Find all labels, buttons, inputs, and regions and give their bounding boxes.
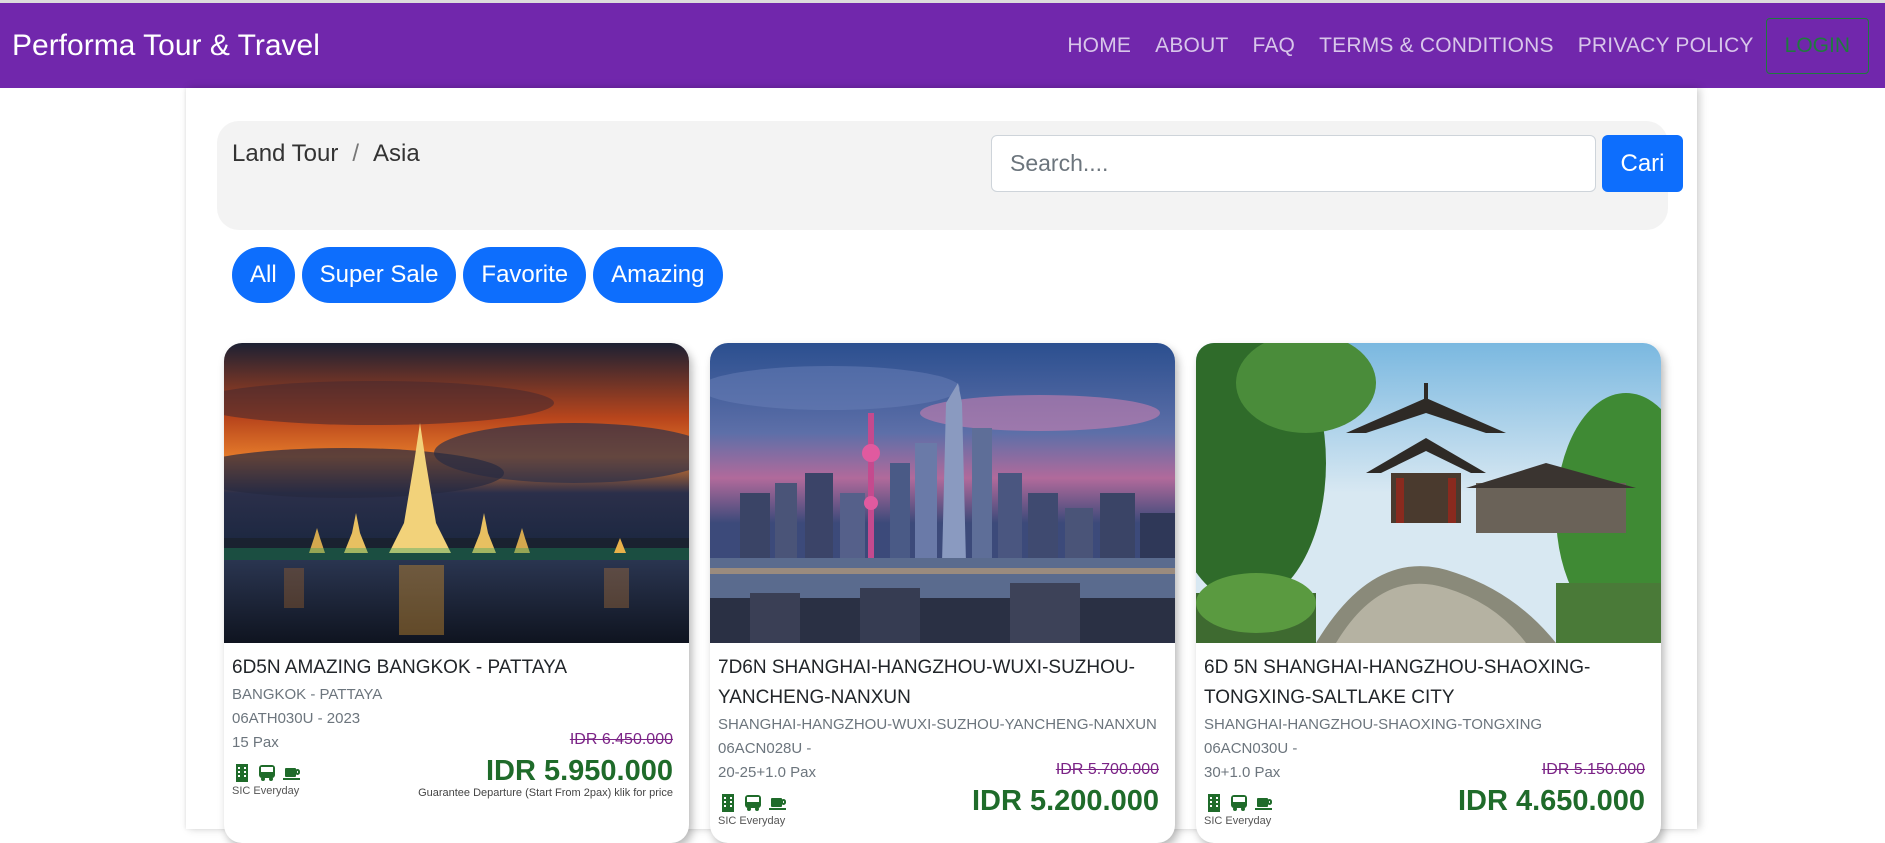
bus-icon — [259, 765, 275, 781]
nav-faq-link[interactable]: FAQ — [1252, 34, 1295, 58]
card-code: 06ATH030U - 2023 — [232, 710, 361, 727]
card-new-price: IDR 5.200.000 — [971, 785, 1159, 817]
bus-icon — [745, 795, 761, 811]
building-icon — [1208, 794, 1220, 812]
tour-card[interactable]: 6D 5N SHANGHAI-HANGZHOU-SHAOXING-TONGXIN… — [1196, 343, 1661, 843]
card-code: 06ACN030U - — [1204, 740, 1298, 757]
card-title[interactable]: 6D 5N SHANGHAI-HANGZHOU-SHAOXING-TONGXIN… — [1204, 653, 1653, 713]
card-code: 06ACN028U - — [718, 740, 812, 757]
filter-all-button[interactable]: All — [232, 247, 295, 303]
coffee-icon — [1255, 798, 1272, 810]
tour-card[interactable]: 6D5N AMAZING BANGKOK - PATTAYA BANGKOK -… — [224, 343, 689, 843]
breadcrumb-separator: / — [352, 140, 359, 167]
card-route: BANGKOK - PATTAYA — [232, 686, 383, 703]
filter-pills: All Super Sale Favorite Amazing — [232, 247, 730, 303]
main-container: Land Tour / Asia Cari All Super Sale Fav… — [186, 88, 1697, 843]
coffee-icon — [283, 768, 300, 780]
filter-super-sale-button[interactable]: Super Sale — [301, 247, 457, 303]
search-input[interactable] — [991, 135, 1596, 192]
card-old-price: IDR 5.150.000 — [1541, 761, 1645, 778]
breadcrumb-asia: Asia — [372, 140, 420, 167]
card-title[interactable]: 6D5N AMAZING BANGKOK - PATTAYA — [232, 653, 681, 683]
building-icon — [722, 794, 734, 812]
nav-privacy-link[interactable]: PRIVACY POLICY — [1578, 34, 1754, 58]
nav-links: HOME ABOUT FAQ TERMS & CONDITIONS PRIVAC… — [1043, 18, 1869, 74]
tour-card[interactable]: 7D6N SHANGHAI-HANGZHOU-WUXI-SUZHOU-YANCH… — [710, 343, 1175, 843]
card-old-price: IDR 6.450.000 — [569, 731, 673, 748]
card-old-price: IDR 5.700.000 — [1055, 761, 1159, 778]
price-row: 15 Pax IDR 6.450.000 IDR 5.950.000 SIC E… — [232, 731, 681, 799]
nav-terms-link[interactable]: TERMS & CONDITIONS — [1319, 34, 1554, 58]
search-panel: Land Tour / Asia Cari — [217, 121, 1683, 230]
card-route: SHANGHAI-HANGZHOU-SHAOXING-TONGXING — [1204, 716, 1543, 733]
search-button[interactable]: Cari — [1602, 135, 1683, 192]
shanghai-skyline-photo[interactable] — [710, 343, 1175, 643]
bus-icon — [1231, 795, 1247, 811]
card-guarantee-note[interactable]: Guarantee Departure (Start From 2pax) kl… — [418, 787, 673, 799]
tour-card-list: 6D5N AMAZING BANGKOK - PATTAYA BANGKOK -… — [224, 343, 1682, 843]
breadcrumb-land-tour[interactable]: Land Tour — [232, 140, 338, 168]
navbar: Performa Tour & Travel HOME ABOUT FAQ TE… — [0, 3, 1885, 88]
filter-favorite-button[interactable]: Favorite — [463, 247, 587, 303]
card-route: SHANGHAI-HANGZHOU-WUXI-SUZHOU-YANCHENG-N… — [718, 716, 1157, 733]
price-row: 20-25+1.0 Pax IDR 5.700.000 IDR 5.200.00… — [718, 761, 1167, 827]
chinese-pavilion-photo[interactable] — [1196, 343, 1661, 643]
price-row: 30+1.0 Pax IDR 5.150.000 IDR 4.650.000 S… — [1204, 761, 1653, 827]
card-title[interactable]: 7D6N SHANGHAI-HANGZHOU-WUXI-SUZHOU-YANCH… — [718, 653, 1167, 713]
building-icon — [236, 764, 248, 782]
coffee-icon — [769, 798, 786, 810]
brand-logo[interactable]: Performa Tour & Travel — [12, 29, 320, 63]
nav-home-link[interactable]: HOME — [1067, 34, 1131, 58]
bangkok-temple-photo[interactable] — [224, 343, 689, 643]
nav-about-link[interactable]: ABOUT — [1155, 34, 1228, 58]
card-new-price: IDR 5.950.000 — [485, 755, 673, 787]
breadcrumb: Land Tour / Asia — [232, 140, 420, 168]
login-button[interactable]: LOGIN — [1765, 18, 1869, 74]
filter-amazing-button[interactable]: Amazing — [593, 247, 723, 303]
card-new-price: IDR 4.650.000 — [1457, 785, 1645, 817]
